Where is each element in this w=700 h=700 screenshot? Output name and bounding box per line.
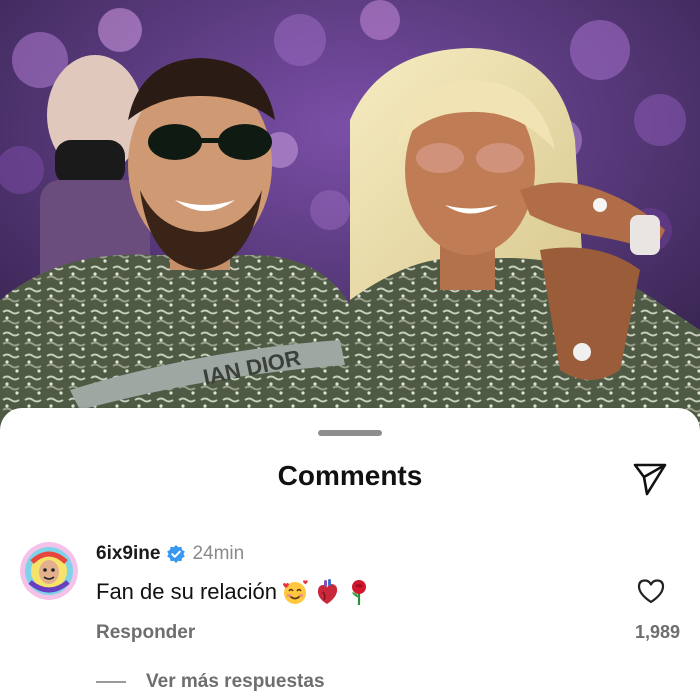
comment-body: Fan de su relación [96, 576, 373, 608]
verified-badge-icon [166, 544, 186, 564]
drag-handle[interactable] [318, 430, 382, 436]
comment-text: Fan de su relación [96, 579, 277, 604]
comment-timestamp: 24min [192, 543, 245, 564]
view-more-replies-button[interactable]: Ver más respuestas [96, 670, 325, 694]
comment-header: 6ix9ine 24min [96, 540, 244, 568]
username[interactable]: 6ix9ine [96, 543, 160, 565]
sheet-title: Comments [277, 460, 423, 491]
anatomical-heart-emoji [313, 578, 341, 606]
screenshot-root: IAN DIOR Comments 6ix9ine 24min Fan de s… [0, 0, 700, 700]
avatar[interactable] [20, 542, 78, 600]
comment-item: 6ix9ine 24min Fan de su relación Respond… [0, 536, 700, 646]
view-more-replies-label: Ver más respuestas [146, 671, 325, 692]
photo-illustration: IAN DIOR [0, 0, 700, 430]
replies-divider [96, 681, 126, 683]
smiling-face-with-hearts-emoji [281, 578, 309, 606]
comments-sheet: Comments 6ix9ine 24min Fan de su relació… [0, 408, 700, 700]
heart-outline-icon[interactable] [636, 576, 666, 606]
rose-emoji [345, 578, 373, 606]
paper-plane-icon[interactable] [630, 458, 670, 498]
post-photo: IAN DIOR [0, 0, 700, 430]
reply-button[interactable]: Responder [96, 622, 195, 644]
like-count: 1,989 [634, 622, 680, 642]
